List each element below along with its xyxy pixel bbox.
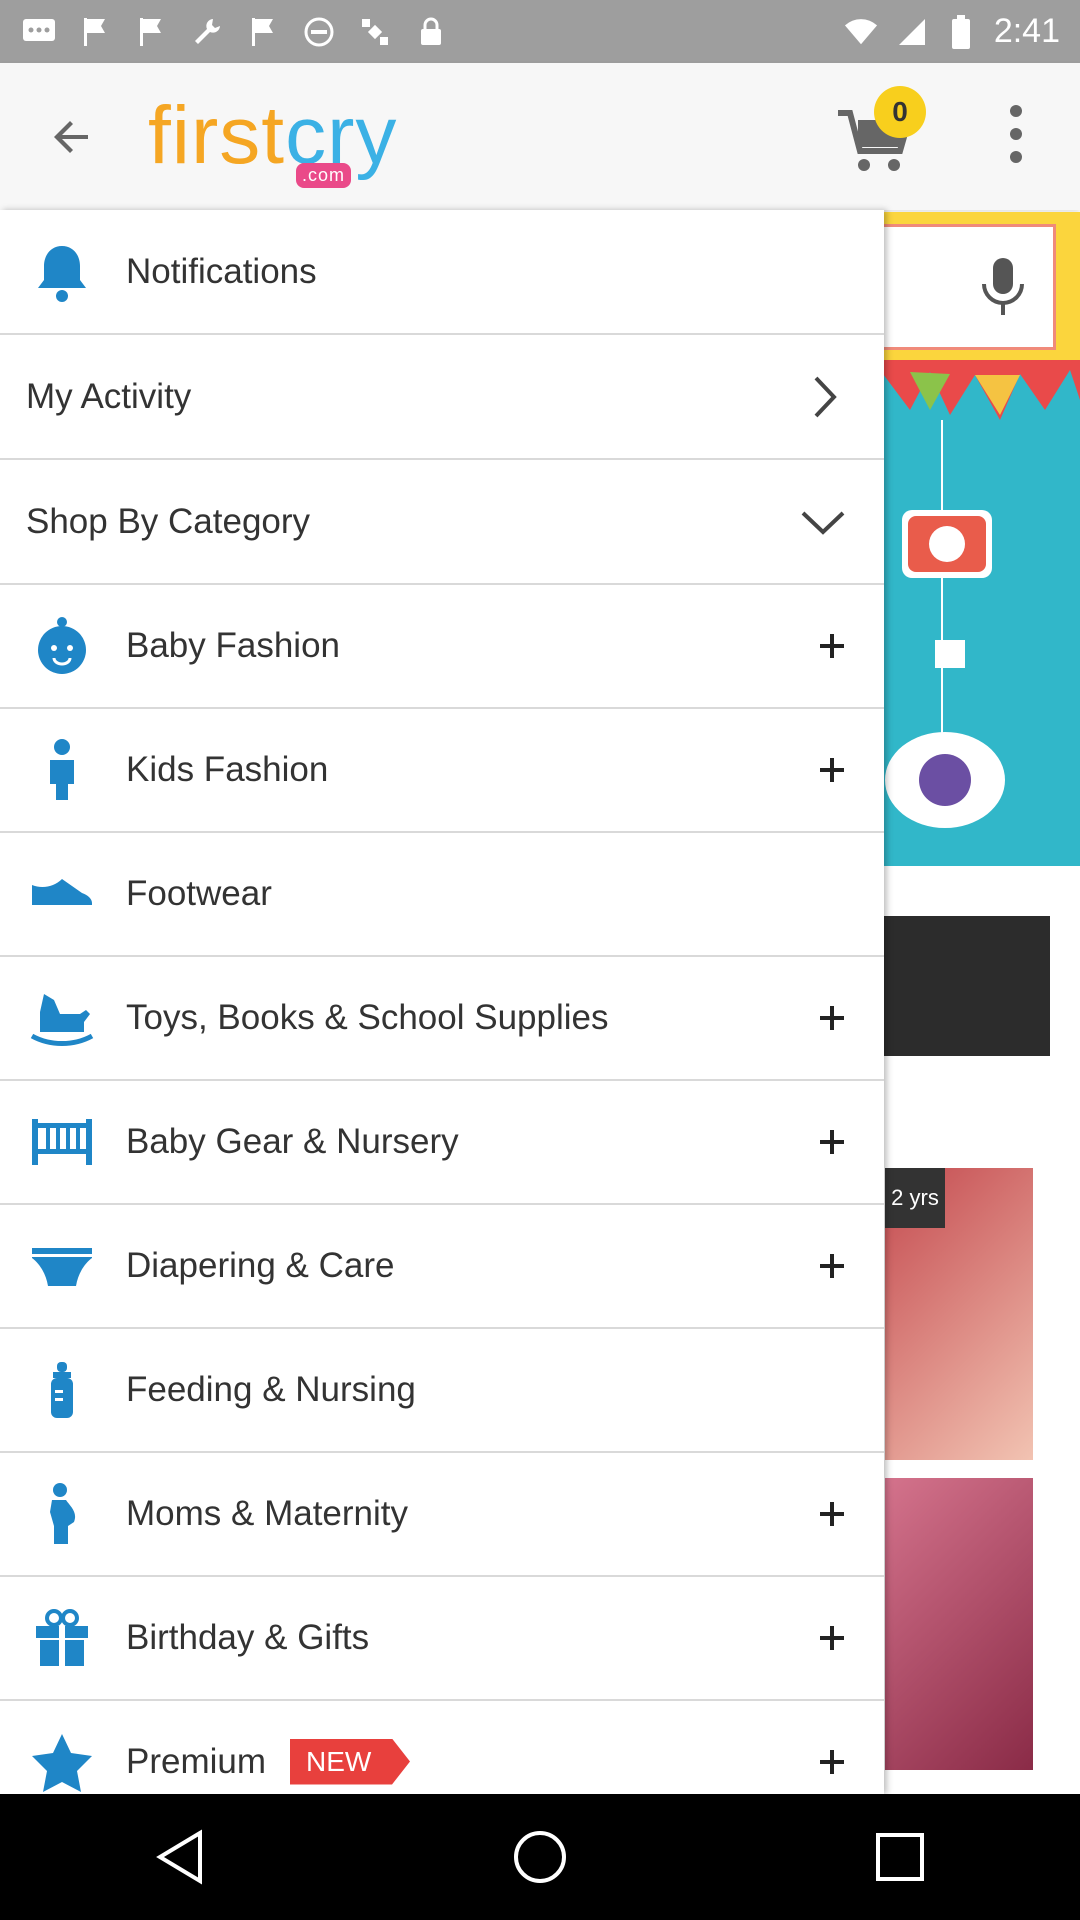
new-badge: NEW — [290, 1738, 410, 1785]
category-baby-gear[interactable]: Baby Gear & Nursery — [0, 1080, 884, 1205]
lock-icon — [414, 15, 448, 49]
plus-icon[interactable] — [818, 756, 846, 784]
back-arrow-icon[interactable] — [44, 109, 100, 165]
category-label: Kids Fashion — [126, 749, 329, 789]
recents-square-icon[interactable] — [870, 1827, 930, 1887]
category-label: Toys, Books & School Supplies — [126, 997, 609, 1037]
dark-banner — [880, 916, 1050, 1056]
back-triangle-icon[interactable] — [150, 1827, 210, 1887]
category-label: Baby Fashion — [126, 625, 341, 665]
satellite-icon — [358, 15, 392, 49]
category-kids-fashion[interactable]: Kids Fashion — [0, 708, 884, 833]
more-options-icon[interactable] — [1002, 103, 1030, 165]
baby-face-icon — [30, 614, 94, 678]
drawer-item-shop-by-category[interactable]: Shop By Category — [0, 460, 884, 585]
chat-icon — [22, 15, 56, 49]
product-image[interactable]: 2 yrs — [885, 1168, 1033, 1460]
category-premium[interactable]: Premium NEW — [0, 1700, 884, 1794]
chevron-down-icon — [800, 499, 846, 545]
wrench-icon — [190, 15, 224, 49]
home-circle-icon[interactable] — [510, 1827, 570, 1887]
system-navigation-bar — [0, 1794, 1080, 1920]
category-label: Moms & Maternity — [126, 1493, 408, 1533]
flag-icon — [134, 15, 168, 49]
shoe-icon — [30, 862, 94, 926]
cart-count-badge: 0 — [874, 86, 926, 138]
firstcry-logo: firstcry .com — [148, 89, 397, 188]
drawer-item-my-activity[interactable]: My Activity — [0, 335, 884, 460]
chevron-right-icon — [800, 374, 846, 420]
category-label: Footwear — [126, 873, 272, 913]
category-label: Diapering & Care — [126, 1245, 395, 1285]
category-label: Baby Gear & Nursery — [126, 1121, 459, 1161]
wifi-icon — [844, 15, 878, 49]
category-birthday-gifts[interactable]: Birthday & Gifts — [0, 1576, 884, 1701]
category-feeding[interactable]: Feeding & Nursing — [0, 1328, 884, 1453]
promo-banner[interactable] — [880, 360, 1080, 866]
bell-icon — [30, 240, 94, 304]
category-baby-fashion[interactable]: Baby Fashion — [0, 584, 884, 709]
drawer-item-label: Shop By Category — [26, 501, 311, 541]
star-icon — [30, 1730, 94, 1794]
kid-figure-icon — [30, 738, 94, 802]
category-toys-books[interactable]: Toys, Books & School Supplies — [0, 956, 884, 1081]
drawer-item-notifications[interactable]: Notifications — [0, 210, 884, 335]
flag-icon — [78, 15, 112, 49]
drawer-item-label: Notifications — [126, 251, 317, 291]
bottle-icon — [30, 1358, 94, 1422]
app-bar: firstcry .com 0 — [0, 63, 1080, 210]
navigation-drawer: Notifications My Activity Shop By Catego… — [0, 210, 884, 1794]
plus-icon[interactable] — [818, 1128, 846, 1156]
product-image[interactable] — [885, 1478, 1033, 1770]
pregnant-woman-icon — [30, 1482, 94, 1546]
rocking-horse-icon — [30, 986, 94, 1050]
diaper-icon — [30, 1234, 94, 1298]
category-footwear[interactable]: Footwear — [0, 832, 884, 957]
status-bar: 2:41 — [0, 0, 1080, 63]
plus-icon[interactable] — [818, 1500, 846, 1528]
plus-icon[interactable] — [818, 632, 846, 660]
category-diapering[interactable]: Diapering & Care — [0, 1204, 884, 1329]
status-time: 2:41 — [993, 12, 1060, 50]
battery-icon — [944, 14, 978, 49]
plus-icon[interactable] — [818, 1004, 846, 1032]
crib-icon — [30, 1110, 94, 1174]
gift-icon — [30, 1606, 94, 1670]
signal-icon — [894, 15, 928, 49]
drawer-item-label: My Activity — [26, 376, 192, 416]
plus-icon[interactable] — [818, 1748, 846, 1776]
block-icon — [302, 15, 336, 49]
category-label: Feeding & Nursing — [126, 1369, 416, 1409]
flag-icon — [246, 15, 280, 49]
age-tag: 2 yrs — [885, 1168, 945, 1228]
microphone-icon[interactable] — [978, 256, 1028, 320]
category-moms-maternity[interactable]: Moms & Maternity — [0, 1452, 884, 1577]
category-label: Birthday & Gifts — [126, 1617, 370, 1657]
plus-icon[interactable] — [818, 1252, 846, 1280]
category-label: Premium — [126, 1741, 267, 1781]
plus-icon[interactable] — [818, 1624, 846, 1652]
